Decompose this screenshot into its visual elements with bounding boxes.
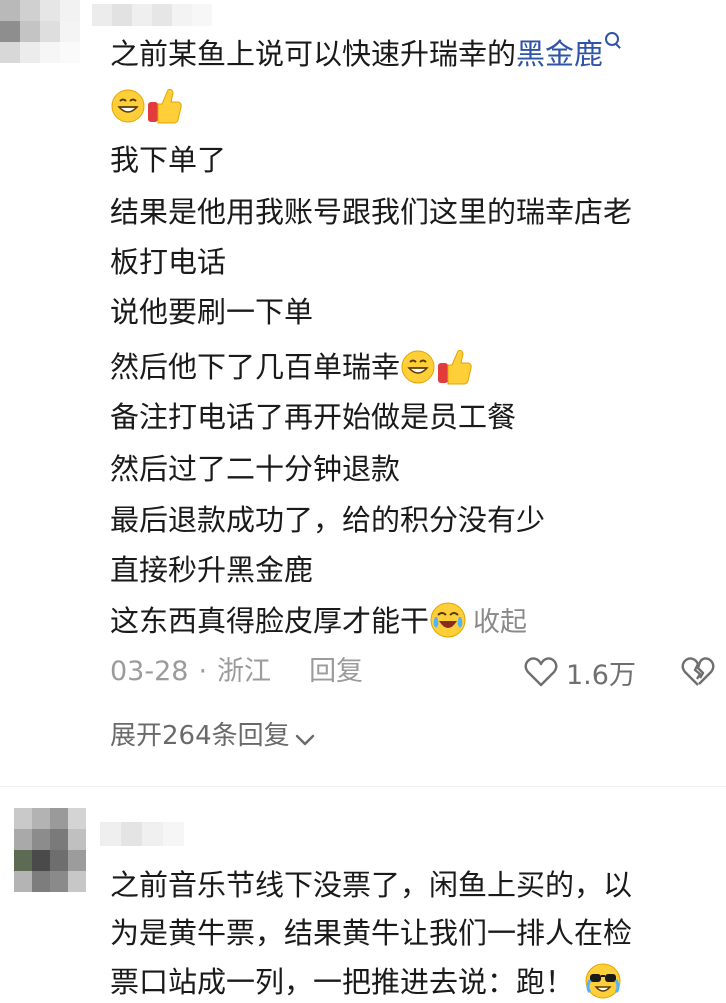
comment-line-9: 然后过了二十分钟退款 [110, 452, 401, 486]
comment2-line-2: 为是黄牛票，结果黄牛让我们一排人在检 [110, 916, 633, 950]
username-1[interactable] [92, 4, 212, 26]
avatar-1[interactable] [0, 0, 80, 64]
comment-line-7: 然后他下了几百单瑞幸 [110, 345, 472, 387]
expand-replies-label: 展开264条回复 [110, 721, 290, 751]
comment-line-8: 备注打电话了再开始做是员工餐 [110, 400, 517, 434]
comment-line-11: 直接秒升黑金鹿 [110, 553, 314, 587]
comment-line-5: 板打电话 [110, 245, 227, 279]
comment-date: 03-28 [110, 656, 189, 687]
comment-text: 这东西真得脸皮厚才能干 [110, 604, 430, 638]
chevron-down-icon [295, 734, 314, 746]
like-count: 1.6万 [566, 659, 636, 691]
comment-text: 票口站成一列，一把推进去说：跑！ [110, 965, 575, 999]
grin-emoji [401, 350, 435, 384]
comment-line-4: 结果是他用我账号跟我们这里的瑞幸店老 [110, 195, 633, 229]
crying-laugh-emoji [430, 602, 466, 638]
comment-meta: 03-28 · 浙江 回复 [110, 652, 363, 692]
expand-replies-button[interactable]: 展开264条回复 [110, 716, 316, 756]
comment-thread: 之前某鱼上说可以快速升瑞幸的黑金鹿 我下单了 结果是他用我账号跟我们这里的瑞幸店… [0, 0, 726, 1003]
dislike-button[interactable] [680, 652, 716, 692]
comment-text: 然后他下了几百单瑞幸 [110, 350, 401, 384]
collapse-button[interactable]: 收起 [473, 607, 527, 638]
reply-button[interactable]: 回复 [309, 656, 363, 687]
thumbs-up-emoji [438, 349, 472, 385]
sunglasses-emoji [585, 963, 621, 999]
meta-separator: · [198, 656, 208, 687]
comment-line-3: 我下单了 [110, 143, 227, 177]
comment-line-2 [110, 84, 182, 128]
comment2-line-3: 票口站成一列，一把推进去说：跑！ [110, 962, 622, 1002]
comment-location: 浙江 [217, 656, 272, 687]
search-icon[interactable] [605, 32, 620, 46]
comment-divider [0, 786, 726, 787]
keyword-link[interactable]: 黑金鹿 [516, 37, 603, 71]
comment-line-10: 最后退款成功了，给的积分没有少 [110, 503, 546, 537]
grin-emoji [111, 89, 145, 123]
avatar-2[interactable] [14, 808, 86, 892]
broken-heart-icon [681, 657, 715, 686]
username-2[interactable] [100, 822, 184, 846]
like-button[interactable]: 1.6万 [524, 652, 636, 692]
comment2-line-1: 之前音乐节线下没票了，闲鱼上买的，以 [110, 868, 633, 902]
comment-line-6: 说他要刷一下单 [110, 295, 314, 329]
comment-line-12: 这东西真得脸皮厚才能干 收起 [110, 601, 527, 643]
thumbs-up-emoji [148, 88, 182, 124]
heart-icon [524, 657, 558, 687]
comment-text: 之前某鱼上说可以快速升瑞幸的 [110, 37, 517, 71]
comment-line-1: 之前某鱼上说可以快速升瑞幸的黑金鹿 [110, 32, 620, 74]
